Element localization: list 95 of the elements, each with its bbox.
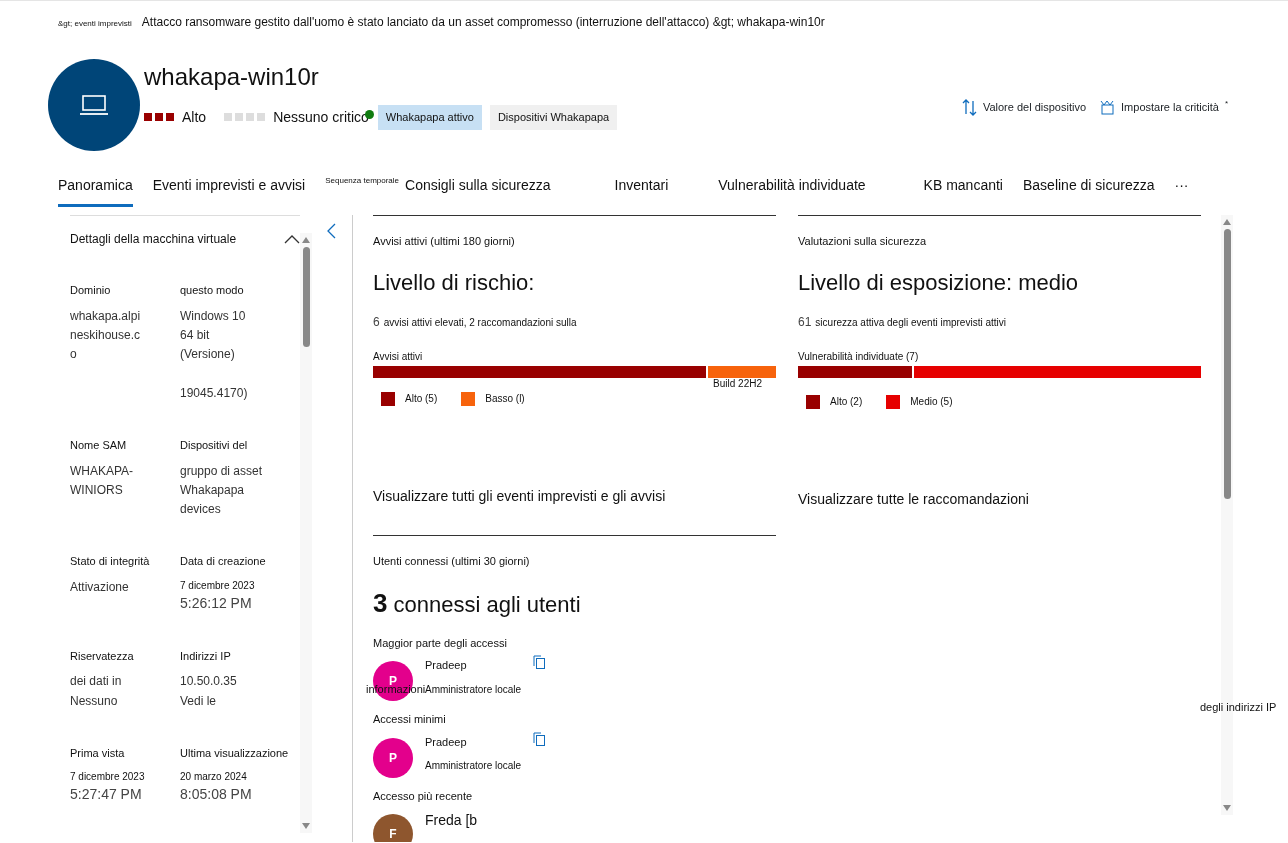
bar-note: Build 22H2 — [712, 376, 762, 391]
group-heading: Maggior parte degli accessi — [373, 635, 508, 651]
tab[interactable]: Consigli sulla sicurezza — [405, 175, 551, 207]
field-label: questo modo — [180, 283, 245, 298]
device-tag[interactable]: Whakapapa attivo — [377, 105, 482, 130]
field-date: 20 marzo 2024 — [180, 770, 248, 785]
view-all-link[interactable]: Visualizzare tutte le raccomandazioni — [798, 488, 1029, 510]
tab[interactable]: Vulnerabilità individuate — [718, 175, 866, 207]
user-count: 3 — [373, 586, 388, 620]
legend-label: Basso (l) — [485, 392, 525, 404]
tab[interactable]: Panoramica — [58, 175, 133, 207]
user-role: Amministratore locale — [425, 759, 522, 773]
card-title: Valutazioni sulla sicurezza — [798, 234, 928, 249]
chevron-up-icon[interactable] — [284, 234, 300, 244]
field-value: 10.50.0.35 — [180, 673, 238, 691]
group-heading: Accessi minimi — [373, 712, 447, 727]
sort-icon — [961, 99, 977, 116]
tab[interactable]: KB mancanti — [923, 175, 1003, 207]
criticality-label: Nessuno critico — [273, 107, 369, 127]
tab[interactable]: Inventari — [614, 175, 669, 207]
field-value: neskihouse.c — [70, 326, 142, 344]
field-label: Data di creazione — [180, 554, 267, 570]
scrollbar-thumb[interactable] — [302, 247, 310, 347]
field-label: Riservatezza — [70, 648, 135, 664]
field-label: Stato di integrità — [70, 554, 151, 570]
bar-label: Vulnerabilità individuate (7) — [798, 349, 920, 364]
tab[interactable]: Eventi imprevisti e avvisi — [152, 175, 306, 207]
group-heading: Accesso più recente — [373, 788, 474, 804]
breadcrumb-path: Attacco ransomware gestito dall'uomo è stato lanciato da un asset compromesso (interruzione dell'attacco) &gt; whakapa-win10r — [141, 14, 825, 31]
field-time: 5:26:12 PM — [180, 593, 253, 613]
user-name: Pradeep — [425, 658, 468, 673]
count-value: 6 — [373, 314, 380, 329]
user-name: Freda [b — [425, 811, 478, 830]
edit-icon — [1100, 99, 1116, 116]
count-value: 61 — [798, 314, 812, 329]
field-label: Prima vista — [70, 745, 126, 761]
field-time: 8:05:08 PM — [180, 785, 253, 805]
tab[interactable]: Sequenza temporale — [325, 175, 400, 198]
panel-title: Dettagli della macchina virtuale — [70, 231, 237, 248]
user-name: Pradeep — [425, 734, 468, 750]
legend-label: Alto (2) — [830, 395, 863, 407]
tab[interactable]: Baseline di sicurezza — [1023, 175, 1155, 207]
summary-text: avvisi attivi elevati, 2 raccomandazioni sulla — [383, 316, 577, 328]
device-tag[interactable]: Dispositivi Whakapapa — [489, 105, 618, 130]
field-value: whakapa.alpi — [70, 307, 142, 325]
risk-label: Alto — [182, 107, 207, 127]
scroll-down-icon — [302, 823, 310, 829]
laptop-icon — [79, 94, 109, 116]
legend-label: Medio (5) — [910, 395, 953, 407]
field-value: (Versione) — [180, 345, 236, 363]
field-label: Ultima visualizzazione — [180, 745, 290, 761]
field-label: Nome SAM — [70, 438, 128, 454]
user-role: Amministratore locale — [425, 682, 522, 697]
field-value: Nessuno — [70, 692, 119, 710]
field-value: WHAKAPA- — [70, 462, 135, 480]
bar-label: Avvisi attivi — [373, 349, 424, 364]
card-heading: Livello di rischio: — [373, 268, 536, 297]
link-text: degli indirizzi IP — [1200, 700, 1277, 715]
field-value: 64 bit — [180, 326, 211, 344]
card-title: Avvisi attivi (ultimi 180 giorni) — [373, 234, 516, 249]
field-time: 5:27:47 PM — [70, 785, 143, 805]
field-value: dei dati in — [70, 673, 123, 691]
summary-text: sicurezza attiva degli eventi imprevisti attivi — [815, 316, 1006, 328]
field-value: Windows 10 — [180, 307, 247, 325]
card-heading: Livello di esposizione: medio — [798, 268, 1080, 297]
action-button[interactable]: Impostare la criticità $^{*}$ — [1100, 99, 1228, 116]
field-value: WINIORS — [70, 481, 124, 499]
device-name: whakapa-win10r — [144, 65, 320, 89]
more-button[interactable]: ··· — [1174, 175, 1189, 207]
legend-label: Alto (5) — [405, 392, 438, 404]
field-label: Indirizzi IP — [180, 648, 232, 664]
card-title: Utenti connessi (ultimi 30 giorni) — [373, 554, 531, 569]
field-label: Dominio — [70, 283, 112, 298]
breadcrumb-link[interactable]: &gt; eventi imprevisti — [58, 18, 132, 30]
field-value: 19045.4170) — [180, 385, 249, 403]
copy-icon[interactable] — [533, 731, 546, 746]
chevron-left-icon[interactable] — [326, 223, 336, 239]
scroll-up-icon — [302, 237, 310, 243]
view-all-link[interactable]: Visualizzare tutti gli eventi imprevisti e gli avvisi — [373, 485, 666, 507]
scroll-down-icon — [1223, 805, 1231, 811]
user-avatar: F — [373, 814, 413, 842]
user-avatar: P — [373, 737, 413, 778]
scroll-up-icon — [1223, 219, 1231, 225]
field-value: devices — [180, 501, 222, 519]
field-date: 7 dicembre 2023 — [70, 770, 146, 785]
field-value: Attivazione — [70, 578, 130, 596]
scrollbar-thumb[interactable] — [1223, 229, 1231, 499]
copy-icon[interactable] — [533, 655, 546, 669]
scrollbar[interactable] — [300, 233, 312, 833]
card-heading: connessi agli utenti — [393, 590, 581, 619]
field-value: o — [70, 345, 78, 363]
details-link[interactable]: Vedi le — [180, 691, 217, 711]
field-label: Dispositivi del — [180, 438, 249, 454]
action-button[interactable]: Valore del dispositivo — [961, 99, 1087, 116]
field-date: 7 dicembre 2023 — [180, 578, 256, 593]
